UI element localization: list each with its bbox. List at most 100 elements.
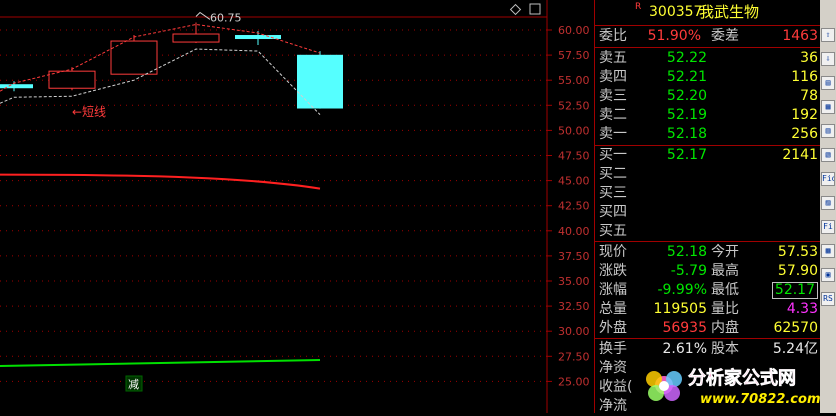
ask-label: 卖一	[599, 126, 627, 142]
table-icon[interactable]: ▩	[821, 244, 835, 258]
candle-body	[297, 54, 343, 109]
stat-value-2: 57.90	[777, 263, 818, 279]
list-icon[interactable]: ▥	[821, 124, 835, 138]
stat-value-2: 57.53	[777, 244, 818, 260]
scroll-up-icon[interactable]: ⇧	[821, 28, 835, 42]
extra-label: 换手	[599, 341, 627, 357]
stat-label-2: 最低	[711, 282, 739, 298]
price-tick-label: 50.00	[558, 124, 590, 137]
peak-marker	[195, 11, 211, 20]
ask-label: 卖五	[599, 50, 627, 66]
stat-label-2: 内盘	[711, 320, 739, 336]
fio-icon[interactable]: Fio	[821, 172, 835, 186]
stat-row: 现价 52.18 今开 57.53	[595, 243, 821, 262]
window-icon[interactable]: ▤	[821, 76, 835, 90]
fi-icon[interactable]: Fi	[821, 220, 835, 234]
price-tick-label: 30.00	[558, 325, 590, 338]
candle-body	[0, 84, 33, 89]
bid-row: 买五	[595, 222, 821, 241]
bid-row: 买三	[595, 184, 821, 203]
extra-label: 净流	[599, 398, 627, 414]
bid-price: 52.17	[666, 147, 707, 163]
scroll-down-icon[interactable]: ⇩	[821, 52, 835, 66]
ask-volume: 192	[791, 107, 818, 123]
stat-row: 涨跌 -5.79 最高 57.90	[595, 262, 821, 281]
short-line-upper	[0, 23, 321, 92]
watermark-url: www.70822.com	[700, 392, 821, 407]
ask-row: 卖五 52.22 36	[595, 49, 821, 68]
kline-chart-svg[interactable]: 60.00 57.50 55.00 52.50 50.00 47.50 45.00 42.50…	[0, 0, 594, 413]
signal-label: 减	[128, 378, 139, 391]
price-tick-label: 52.50	[558, 99, 590, 112]
chart-icon[interactable]: ▨	[821, 196, 835, 210]
panel-icon[interactable]: ▣	[821, 268, 835, 282]
grid-icon[interactable]: ▦	[821, 100, 835, 114]
stat-label-2: 今开	[711, 244, 739, 260]
bid-label: 买三	[599, 185, 627, 201]
candle-body	[110, 40, 158, 75]
price-tick-label: 47.50	[558, 150, 590, 163]
wei-bi-value: 51.90%	[647, 28, 701, 44]
flower-logo-icon	[646, 371, 682, 401]
ask-label: 卖三	[599, 88, 627, 104]
ask-price: 52.22	[666, 50, 707, 66]
diamond-icon	[509, 3, 522, 16]
peak-label: 60.75	[210, 11, 242, 24]
stat-label: 总量	[599, 301, 627, 317]
price-tick-label: 57.50	[558, 49, 590, 62]
price-tick-label: 40.00	[558, 225, 590, 238]
wei-cha-value: 1463	[782, 28, 818, 44]
kline-icon[interactable]: ▧	[821, 148, 835, 162]
bid-label: 买一	[599, 147, 627, 163]
stock-flag: R	[635, 2, 642, 12]
stat-value: 119505	[653, 301, 707, 317]
extra-label: 收益(	[599, 379, 633, 395]
extra-label: 净资	[599, 360, 627, 376]
price-tick-label: 37.50	[558, 250, 590, 263]
price-tick-label: 60.00	[558, 24, 590, 37]
quote-panel: R 300357 我武生物 委比 51.90% 委差 1463 卖五 52.22 3…	[594, 0, 821, 414]
bid-label: 买四	[599, 204, 627, 220]
short-line-lower	[0, 48, 321, 115]
ask-volume: 256	[791, 126, 818, 142]
ask-price: 52.18	[666, 126, 707, 142]
ask-volume: 36	[800, 50, 818, 66]
ask-row: 卖四 52.21 116	[595, 68, 821, 87]
price-tick-label: 32.50	[558, 300, 590, 313]
kline-chart-area[interactable]: 60.00 57.50 55.00 52.50 50.00 47.50 45.00 42.50…	[0, 0, 594, 413]
bid-row: 买一 52.17 2141	[595, 146, 821, 165]
price-tick-label: 45.00	[558, 175, 590, 188]
stat-label: 涨跌	[599, 263, 627, 279]
stat-value-2: 62570	[773, 320, 818, 336]
bid-label: 买二	[599, 166, 627, 182]
stat-value-2: 4.33	[786, 301, 818, 317]
price-tick-label: 25.00	[558, 375, 590, 388]
short-line-label: ←短线	[72, 105, 106, 119]
stat-value: 56935	[662, 320, 707, 336]
wei-bi-row: 委比 51.90% 委差 1463	[595, 27, 821, 46]
bid-row: 买四	[595, 203, 821, 222]
price-tick-label: 55.00	[558, 74, 590, 87]
stat-value-2: 52.17	[771, 282, 818, 299]
rs-icon[interactable]: RS	[821, 292, 835, 306]
ask-price: 52.19	[666, 107, 707, 123]
stock-header: R 300357 我武生物	[595, 2, 821, 22]
ask-volume: 116	[791, 69, 818, 85]
ask-label: 卖四	[599, 69, 627, 85]
wei-bi-label: 委比	[599, 28, 627, 44]
ask-row: 卖一 52.18 256	[595, 125, 821, 144]
stat-value: 52.18	[666, 244, 707, 260]
stat-label-2: 最高	[711, 263, 739, 279]
stat-label: 现价	[599, 244, 627, 260]
ask-label: 卖二	[599, 107, 627, 123]
watermark-title: 分析家公式网	[688, 367, 796, 389]
stat-row: 外盘 56935 内盘 62570	[595, 319, 821, 338]
candle-body	[235, 35, 281, 40]
bid-label: 买五	[599, 223, 627, 239]
watermark-logo: 分析家公式网 www.70822.com	[646, 367, 821, 407]
ma-red-line	[0, 173, 321, 190]
stat-label-2: 量比	[711, 301, 739, 317]
ask-row: 卖二 52.19 192	[595, 106, 821, 125]
candle-body	[172, 33, 220, 43]
stat-row: 涨幅 -9.99% 最低 52.17	[595, 281, 821, 300]
